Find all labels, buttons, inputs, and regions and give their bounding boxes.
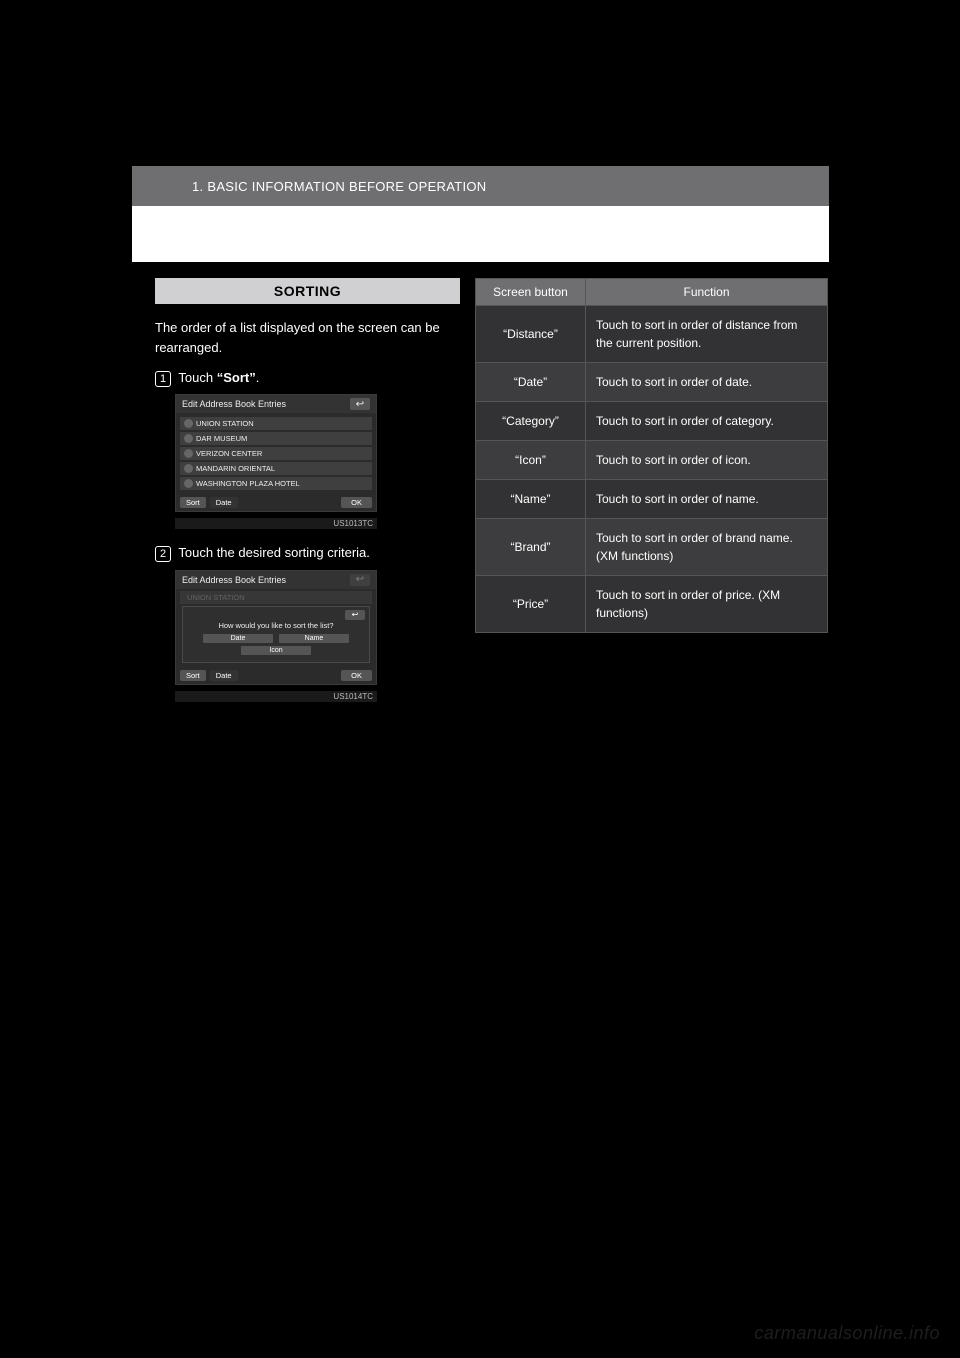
list-item-label: DAR MUSEUM [196,434,247,443]
sort-option-date[interactable]: Date [203,634,273,643]
sort-mode-label: Date [210,497,238,508]
list-item-label: MANDARIN ORIENTAL [196,464,275,473]
table-row: “Date”Touch to sort in order of date. [476,363,828,402]
ok-button[interactable]: OK [341,497,372,508]
list-item[interactable]: MANDARIN ORIENTAL [180,462,372,475]
page: 1. BASIC INFORMATION BEFORE OPERATION SO… [0,0,960,1358]
screenshot-sort-dialog: Edit Address Book Entries ↩ UNION STATIO… [175,570,377,685]
table-row: “Brand”Touch to sort in order of brand n… [476,519,828,576]
section-title: 1. BASIC INFORMATION BEFORE OPERATION [192,179,486,194]
list-item-dimmed: UNION STATION [180,591,372,604]
list-item-label: UNION STATION [196,419,254,428]
step-number-icon: 2 [155,546,171,562]
cell-desc: Touch to sort in order of icon. [586,441,828,480]
header-band: 1. BASIC INFORMATION BEFORE OPERATION [132,166,829,262]
cell-label: “Icon” [476,441,586,480]
step2-text: Touch the desired sorting criteria. [178,545,369,560]
screenshot1-bottom-bar: Sort Date OK [176,494,376,511]
table-header-button: Screen button [476,279,586,306]
list-item-label: UNION STATION [187,593,245,602]
step1-prefix: Touch [178,370,216,385]
cell-desc: Touch to sort in order of date. [586,363,828,402]
list-item[interactable]: WASHINGTON PLAZA HOTEL [180,477,372,490]
sorting-heading: SORTING [155,278,460,304]
cell-label: “Price” [476,576,586,633]
step-number-icon: 1 [155,371,171,387]
step-2: 2 Touch the desired sorting criteria. [155,543,460,563]
poi-icon [184,434,193,443]
screenshot1-titlebar: Edit Address Book Entries ↩ [176,395,376,413]
header-grey-bar: 1. BASIC INFORMATION BEFORE OPERATION [132,166,829,206]
left-column: SORTING The order of a list displayed on… [155,278,460,702]
screenshot2-code: US1014TC [175,691,377,702]
back-icon: ↩ [350,574,370,586]
screenshot1-code: US1013TC [175,518,377,529]
step1-suffix: . [256,370,260,385]
watermark: carmanualsonline.info [754,1323,940,1344]
back-icon[interactable]: ↩ [345,610,365,620]
ok-button[interactable]: OK [341,670,372,681]
screenshot1-list: UNION STATION DAR MUSEUM VERIZON CENTER … [176,413,376,494]
list-item[interactable]: DAR MUSEUM [180,432,372,445]
screenshot-address-book: Edit Address Book Entries ↩ UNION STATIO… [175,394,377,512]
cell-desc: Touch to sort in order of distance from … [586,306,828,363]
poi-icon [184,464,193,473]
cell-label: “Distance” [476,306,586,363]
cell-desc: Touch to sort in order of price. (XM fun… [586,576,828,633]
screenshot2-title: Edit Address Book Entries [182,575,286,585]
cell-desc: Touch to sort in order of name. [586,480,828,519]
sort-button[interactable]: Sort [180,670,206,681]
sort-button[interactable]: Sort [180,497,206,508]
list-item-label: VERIZON CENTER [196,449,262,458]
cell-label: “Date” [476,363,586,402]
sorting-intro-text: The order of a list displayed on the scr… [155,318,460,358]
sort-mode-label: Date [210,670,238,681]
table-header-function: Function [586,279,828,306]
sort-options-table: Screen button Function “Distance”Touch t… [475,278,828,633]
right-column: Screen button Function “Distance”Touch t… [475,278,828,633]
cell-label: “Category” [476,402,586,441]
list-item-label: WASHINGTON PLAZA HOTEL [196,479,300,488]
table-row: “Distance”Touch to sort in order of dist… [476,306,828,363]
cell-desc: Touch to sort in order of brand name. (X… [586,519,828,576]
screenshot1-title: Edit Address Book Entries [182,399,286,409]
table-row: “Icon”Touch to sort in order of icon. [476,441,828,480]
table-header-row: Screen button Function [476,279,828,306]
table-row: “Price”Touch to sort in order of price. … [476,576,828,633]
poi-icon [184,419,193,428]
cell-desc: Touch to sort in order of category. [586,402,828,441]
poi-icon [184,479,193,488]
step-1: 1 Touch “Sort”. [155,368,460,388]
sort-dialog: ↩ How would you like to sort the list? D… [182,606,370,663]
table-row: “Name”Touch to sort in order of name. [476,480,828,519]
sort-dialog-title: How would you like to sort the list? [187,621,365,630]
sort-option-icon[interactable]: Icon [241,646,311,655]
list-item[interactable]: VERIZON CENTER [180,447,372,460]
screenshot2-titlebar: Edit Address Book Entries ↩ [176,571,376,589]
cell-label: “Brand” [476,519,586,576]
poi-icon [184,449,193,458]
step1-button-label: “Sort” [217,370,256,385]
cell-label: “Name” [476,480,586,519]
sort-option-name[interactable]: Name [279,634,349,643]
list-item[interactable]: UNION STATION [180,417,372,430]
table-row: “Category”Touch to sort in order of cate… [476,402,828,441]
screenshot2-bottom-bar: Sort Date OK [176,667,376,684]
back-icon[interactable]: ↩ [350,398,370,410]
header-white-bar [132,206,829,262]
